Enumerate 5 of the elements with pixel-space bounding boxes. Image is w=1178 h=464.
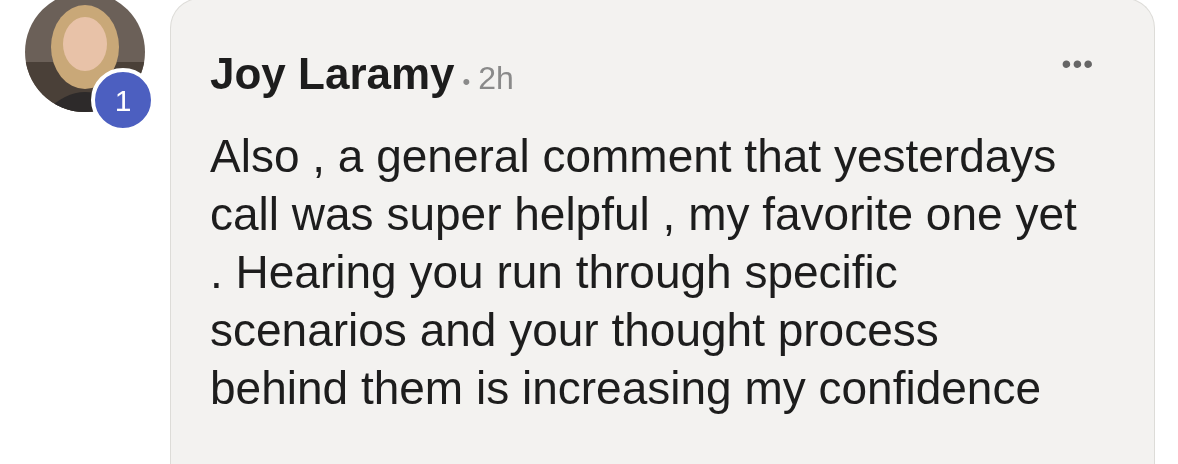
timestamp: 2h (478, 59, 514, 98)
separator: • (462, 68, 471, 96)
author-name[interactable]: Joy Laramy (210, 41, 455, 107)
comment-text: Also , a general comment that yesterdays call was super helpful , my favorite one yet . Hearing you run through specific scenarios and your thought process behind them is increasing my confidence (210, 129, 1077, 416)
more-options-button[interactable]: ••• (1061, 43, 1094, 85)
